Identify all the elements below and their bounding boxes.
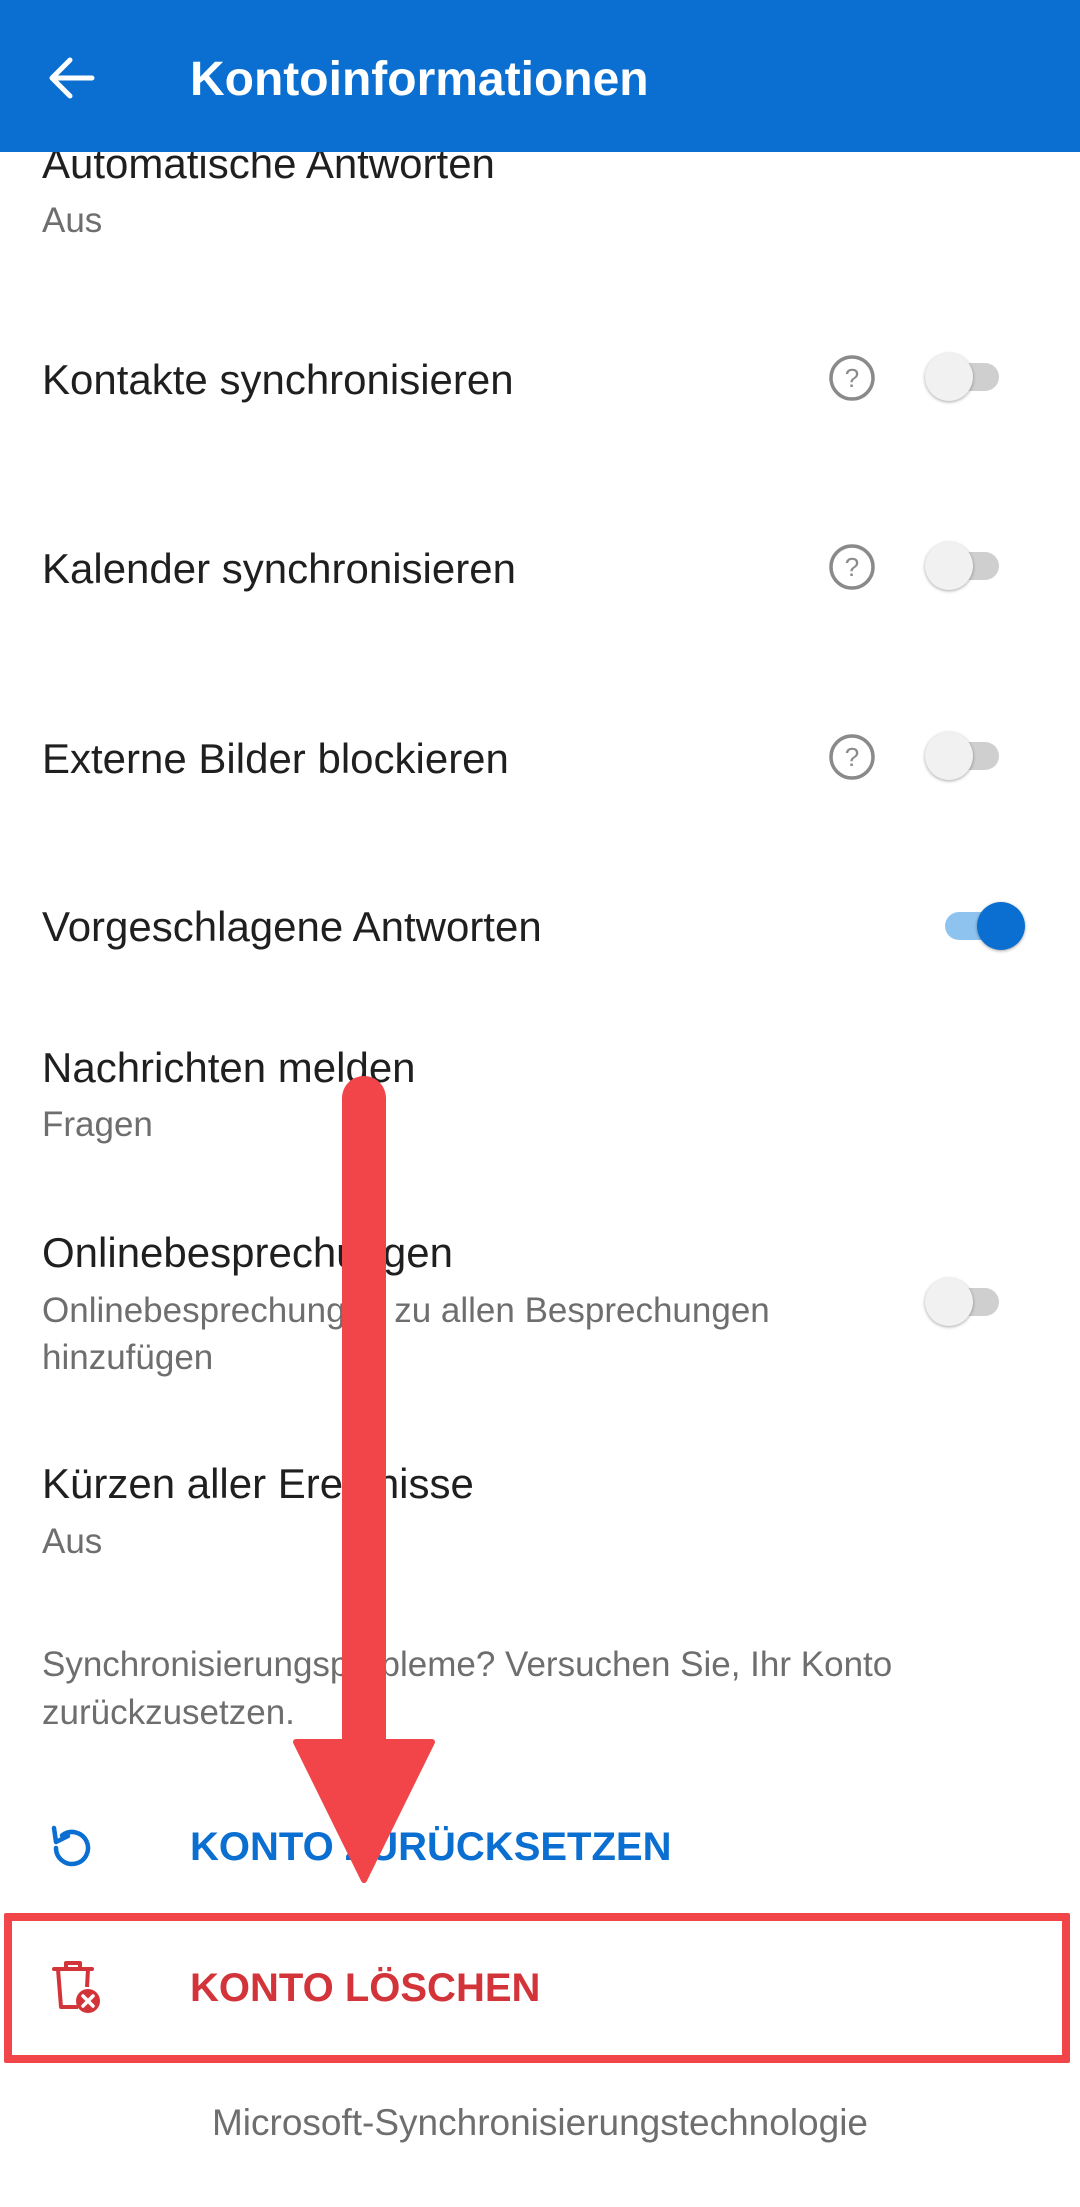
report-messages-label[interactable]: Nachrichten melden: [42, 1042, 416, 1094]
toggle-thumb: [925, 732, 973, 780]
online-meetings-description-line2: hinzufügen: [42, 1338, 214, 1377]
refresh-icon: [44, 1820, 100, 1876]
svg-text:?: ?: [845, 552, 859, 582]
toggle-thumb: [925, 542, 973, 590]
auto-reply-value: Aus: [42, 201, 103, 240]
settings-list: Automatische Antworten Aus Kontakte sync…: [0, 0, 1080, 2207]
shorten-events-label[interactable]: Kürzen aller Ereignisse: [42, 1458, 474, 1510]
footer-text: Microsoft-Synchronisierungstechnologie: [211, 2102, 869, 2143]
sync-hint-text-line2: zurückzusetzen.: [42, 1693, 295, 1732]
page-title: Kontoinformationen: [190, 53, 649, 106]
toggle-thumb: [925, 353, 973, 401]
question-circle-icon[interactable]: ?: [828, 733, 876, 781]
sync-hint-text: Synchronisierungsprobleme? Versuchen Sie…: [42, 1645, 893, 1684]
svg-text:?: ?: [845, 363, 859, 393]
app-bar: Kontoinformationen: [0, 0, 1080, 152]
reset-account-button[interactable]: KONTO ZURÜCKSETZEN: [0, 1800, 1080, 1890]
back-arrow-icon[interactable]: [44, 50, 100, 106]
online-meetings-label: Onlinebesprechungen: [42, 1229, 453, 1276]
annotation-highlight-box: [4, 1913, 1070, 2063]
question-circle-icon[interactable]: ?: [828, 543, 876, 591]
sync-calendar-toggle[interactable]: [925, 538, 1009, 594]
toggle-thumb: [925, 1278, 973, 1326]
block-images-toggle[interactable]: [925, 728, 1009, 784]
sync-calendar-label: Kalender synchronisieren: [42, 545, 516, 592]
online-meetings-toggle[interactable]: [925, 1274, 1009, 1330]
report-messages-value: Fragen: [42, 1105, 153, 1144]
suggested-replies-toggle[interactable]: [925, 898, 1025, 954]
shorten-events-value: Aus: [42, 1522, 103, 1561]
svg-text:?: ?: [845, 742, 859, 772]
block-images-label: Externe Bilder blockieren: [42, 735, 509, 782]
question-circle-icon[interactable]: ?: [828, 354, 876, 402]
sync-contacts-toggle[interactable]: [925, 349, 1009, 405]
sync-contacts-label: Kontakte synchronisieren: [42, 356, 514, 403]
reset-account-label: KONTO ZURÜCKSETZEN: [190, 1825, 672, 1869]
suggested-replies-label: Vorgeschlagene Antworten: [42, 903, 542, 950]
online-meetings-description: Onlinebesprechungen zu allen Besprechung…: [42, 1291, 770, 1330]
toggle-thumb: [977, 902, 1025, 950]
